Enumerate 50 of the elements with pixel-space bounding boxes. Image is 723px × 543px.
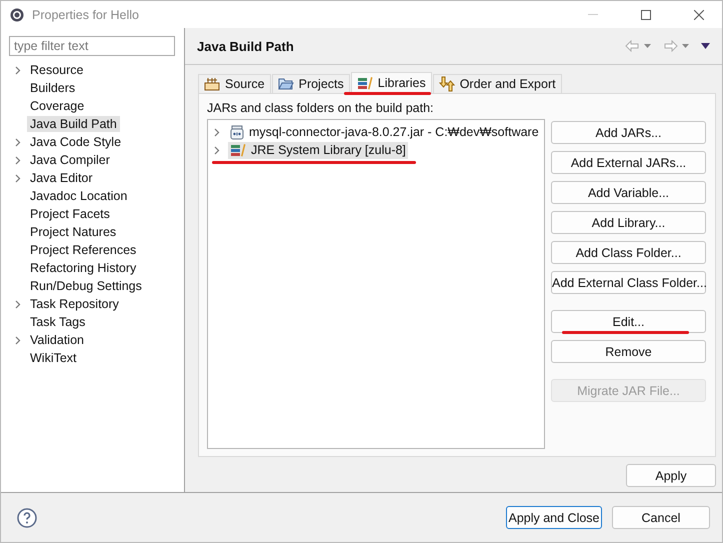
sidebar-item[interactable]: Java Editor xyxy=(27,170,96,186)
action-button[interactable]: Add External Class Folder... xyxy=(551,271,706,294)
tab[interactable]: Projects xyxy=(272,74,350,93)
action-button[interactable]: Add Library... xyxy=(551,211,706,234)
close-icon[interactable] xyxy=(694,10,704,20)
sidebar-item[interactable]: Project Facets xyxy=(27,206,113,222)
sidebar-item[interactable]: WikiText xyxy=(27,350,80,366)
build-path-label: JARs and class folders on the build path: xyxy=(207,101,435,115)
chevron-icon[interactable] xyxy=(15,336,21,344)
sidebar-item[interactable]: Task Repository xyxy=(27,296,122,312)
page-title: Java Build Path xyxy=(197,38,295,54)
action-button[interactable]: Add JARs... xyxy=(551,121,706,144)
sidebar-item[interactable]: Java Code Style xyxy=(27,134,124,150)
tab[interactable]: Source xyxy=(198,74,271,93)
sidebar-item[interactable]: Resource xyxy=(27,62,86,78)
action-button[interactable]: Add External JARs... xyxy=(551,151,706,174)
sidebar-item[interactable]: Java Compiler xyxy=(27,152,113,168)
dialog-button[interactable]: Apply and Close xyxy=(506,506,602,529)
books-icon xyxy=(356,76,373,90)
jar-icon xyxy=(230,124,244,140)
window-title: Properties for Hello xyxy=(32,8,140,22)
sidebar-item[interactable]: Validation xyxy=(27,332,87,348)
sidebar-item[interactable]: Task Tags xyxy=(27,314,88,330)
action-button[interactable]: Add Variable... xyxy=(551,181,706,204)
chevron-icon[interactable] xyxy=(15,66,21,74)
folder-icon xyxy=(278,77,294,91)
action-button[interactable]: Add Class Folder... xyxy=(551,241,706,264)
filter-field[interactable]: type filter text xyxy=(9,36,175,56)
chevron-icon[interactable] xyxy=(15,300,21,308)
action-button[interactable]: Edit... xyxy=(551,310,706,333)
package-icon xyxy=(204,77,220,91)
menu-caret-icon[interactable] xyxy=(701,43,710,49)
sidebar-item[interactable]: Coverage xyxy=(27,98,88,114)
help-icon[interactable] xyxy=(17,508,37,528)
sidebar-item[interactable]: Builders xyxy=(27,80,78,96)
sidebar-item[interactable]: Javadoc Location xyxy=(27,188,130,204)
sidebar-item[interactable]: Project References xyxy=(27,242,140,258)
sidebar-item[interactable]: Run/Debug Settings xyxy=(27,278,145,294)
library-entry[interactable]: JRE System Library [zulu-8] xyxy=(228,142,408,158)
arrows-icon xyxy=(438,76,455,92)
maximize-icon[interactable] xyxy=(641,10,651,20)
sidebar-item[interactable]: Refactoring History xyxy=(27,260,140,276)
sidebar-item[interactable]: Java Build Path xyxy=(27,116,120,132)
dialog-button[interactable]: Cancel xyxy=(612,506,710,529)
library-entry[interactable]: mysql-connector-java-8.0.27.jar - C:₩dev₩software xyxy=(228,124,541,140)
books-icon xyxy=(230,143,246,157)
sidebar-item[interactable]: Project Natures xyxy=(27,224,120,240)
action-button[interactable]: Remove xyxy=(551,340,706,363)
apply-button[interactable]: Apply xyxy=(626,464,716,487)
tab[interactable]: Order and Export xyxy=(432,74,562,93)
